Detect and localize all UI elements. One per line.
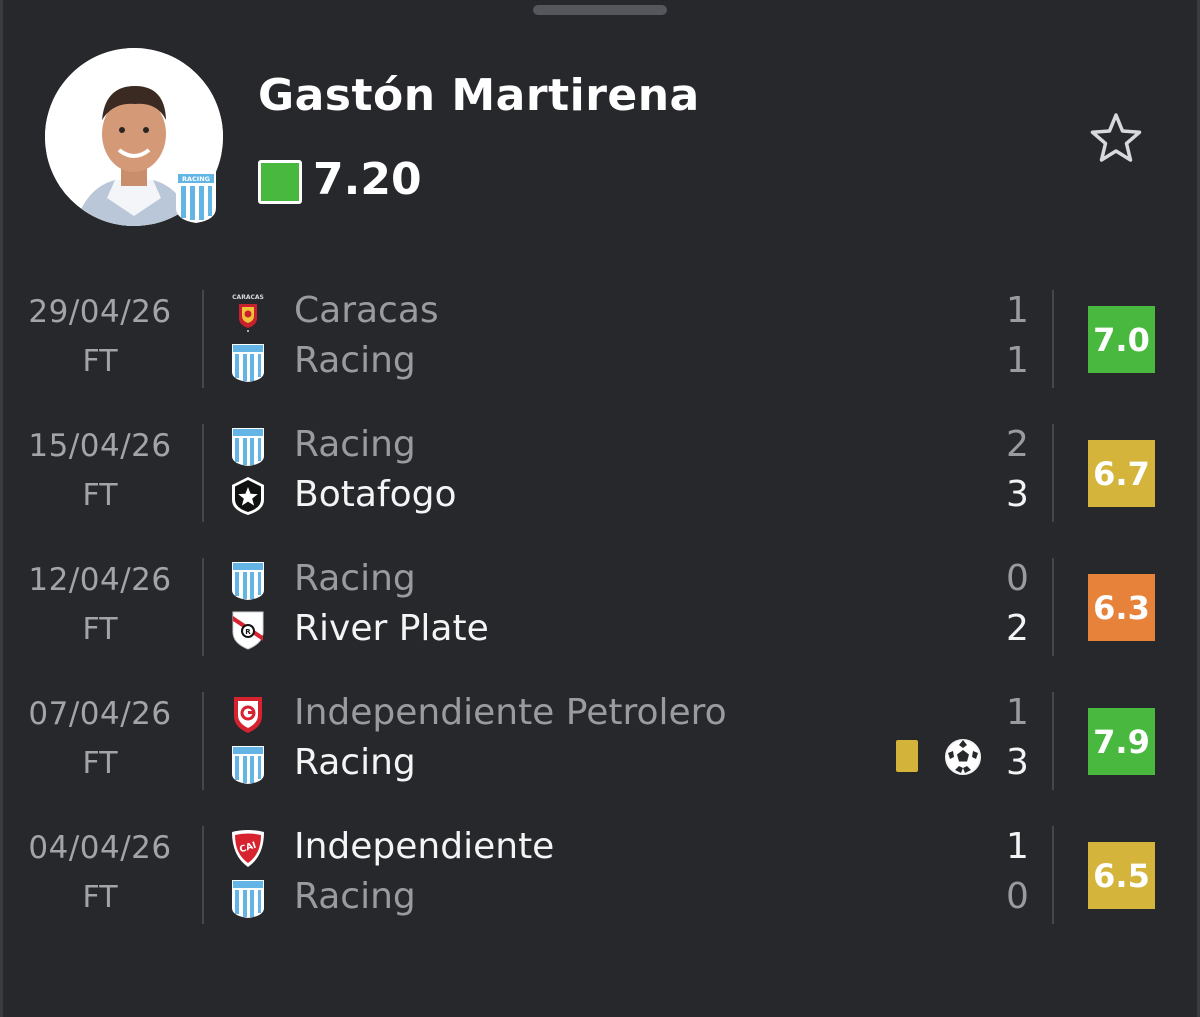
home-score: 1 [1006,290,1029,331]
svg-text:CARACAS: CARACAS [232,294,264,301]
star-icon[interactable] [1087,110,1145,168]
average-rating-swatch [258,160,302,204]
home-team-name: Racing [294,424,416,465]
racing-badge-icon: RACING [176,172,216,223]
match-date: 12/04/26 [28,562,172,598]
home-score: 0 [1006,558,1029,599]
racing-crest-icon [232,880,264,918]
botafogo-crest-icon [232,477,264,515]
away-team-name: Racing [294,340,416,381]
divider [202,290,204,388]
away-score: 2 [1006,608,1029,649]
home-score: 1 [1006,692,1029,733]
match-row[interactable]: 29/04/26 FT CARACAS Caracas Racing 1 1 7… [0,280,1200,414]
away-team-name: Racing [294,876,416,917]
away-score: 3 [1006,742,1029,783]
match-date: 15/04/26 [28,428,172,464]
home-score: 1 [1006,826,1029,867]
match-rating: 6.7 [1088,440,1155,507]
match-row[interactable]: 04/04/26 FT CAI Independiente Racing 1 0… [0,816,1200,950]
river-plate-crest-icon: R [232,611,264,650]
divider [202,692,204,790]
match-row[interactable]: 07/04/26 FT Independiente Petrolero Raci… [0,682,1200,816]
divider [202,558,204,656]
player-header: RACING Gastón Martirena 7.20 [0,0,1200,260]
match-rating: 6.3 [1088,574,1155,641]
match-row[interactable]: 15/04/26 FT Racing Botafogo 2 3 6.7 [0,414,1200,548]
independiente-petrolero-crest-icon [234,697,262,733]
home-score: 2 [1006,424,1029,465]
match-date: 04/04/26 [28,830,172,866]
home-team-name: Caracas [294,290,439,331]
match-status: FT [82,746,118,781]
match-status: FT [82,478,118,513]
racing-crest-icon [232,562,264,600]
match-status: FT [82,880,118,915]
match-date: 29/04/26 [28,294,172,330]
caracas-crest-icon: CARACAS [232,294,264,332]
player-name: Gastón Martirena [258,70,700,121]
home-team-name: Racing [294,558,416,599]
away-score: 3 [1006,474,1029,515]
divider [1052,826,1054,924]
match-rating: 7.0 [1088,306,1155,373]
racing-badge-label: RACING [182,175,210,183]
home-team-name: Independiente Petrolero [294,692,727,733]
away-team-name: Botafogo [294,474,457,515]
match-rating: 6.5 [1088,842,1155,909]
divider [202,424,204,522]
divider [202,826,204,924]
away-score: 0 [1006,876,1029,917]
player-sheet: RACING Gastón Martirena 7.20 29/04/26 FT… [0,0,1200,1017]
divider [1052,290,1054,388]
match-status: FT [82,612,118,647]
racing-crest-icon [232,344,264,382]
yellow-card-icon [896,740,918,772]
divider [1052,558,1054,656]
goal-icon [945,739,981,775]
divider [1052,424,1054,522]
match-rating: 7.9 [1088,708,1155,775]
racing-crest-icon [232,746,264,784]
match-row[interactable]: 12/04/26 FT Racing R River Plate 0 2 6.3 [0,548,1200,682]
match-status: FT [82,344,118,379]
away-team-name: River Plate [294,608,489,649]
svg-text:R: R [245,628,251,636]
racing-crest-icon [232,428,264,466]
away-score: 1 [1006,340,1029,381]
match-date: 07/04/26 [28,696,172,732]
divider [1052,692,1054,790]
away-team-name: Racing [294,742,416,783]
average-rating: 7.20 [313,154,422,205]
recent-matches-list: 29/04/26 FT CARACAS Caracas Racing 1 1 7… [0,280,1200,950]
home-team-name: Independiente [294,826,555,867]
independiente-crest-icon: CAI [232,830,264,867]
